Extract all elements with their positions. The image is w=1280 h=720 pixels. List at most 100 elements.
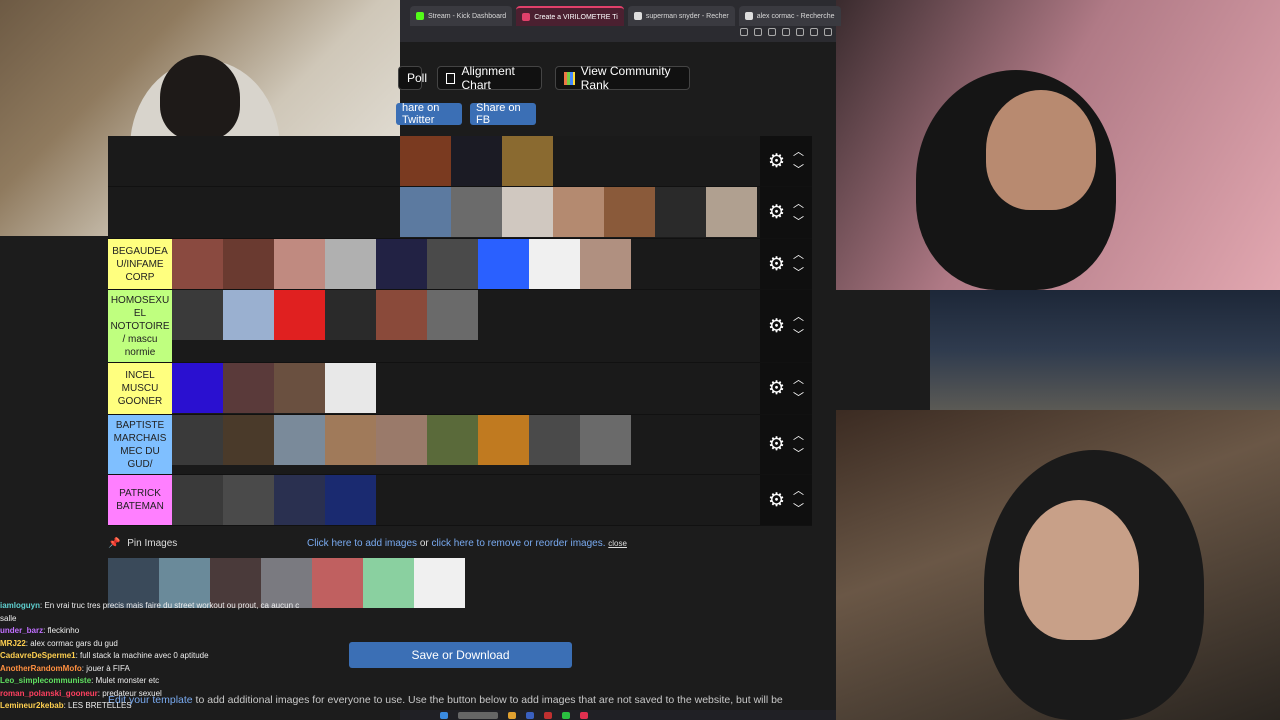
- chevron-up-icon[interactable]: ︿: [793, 308, 804, 326]
- tier-label[interactable]: [108, 136, 172, 186]
- tier-image[interactable]: [400, 187, 451, 237]
- add-images-link[interactable]: Click here to add images: [307, 538, 417, 549]
- view-community-rank-button[interactable]: View Community Rank: [555, 64, 690, 92]
- browser-tab[interactable]: superman snyder - Recher: [627, 6, 735, 26]
- tier-image[interactable]: [172, 239, 223, 289]
- tier-image[interactable]: [172, 363, 223, 413]
- tier-label[interactable]: INCEL MUSCU GOONER: [108, 363, 172, 414]
- chevron-up-icon[interactable]: ︿: [793, 246, 804, 264]
- tier-image[interactable]: [325, 239, 376, 289]
- tier-image[interactable]: [580, 239, 631, 289]
- chevron-down-icon[interactable]: ﹀: [793, 389, 804, 407]
- tier-image[interactable]: [706, 187, 757, 237]
- app-icon[interactable]: [526, 711, 534, 719]
- tier-image[interactable]: [376, 415, 427, 465]
- chevron-down-icon[interactable]: ﹀: [793, 500, 804, 518]
- tier-image[interactable]: [580, 415, 631, 465]
- pinned-image[interactable]: [414, 558, 465, 608]
- poll-button[interactable]: Poll: [398, 66, 427, 90]
- remove-images-link[interactable]: click here to remove or reorder images.: [432, 538, 606, 549]
- tier-image[interactable]: [274, 415, 325, 465]
- chevron-up-icon[interactable]: ︿: [793, 482, 804, 500]
- tier-image[interactable]: [325, 363, 376, 413]
- tier-image[interactable]: [274, 239, 325, 289]
- taskbar-search-icon[interactable]: [458, 711, 498, 719]
- gear-icon[interactable]: ⚙: [768, 203, 785, 222]
- chevron-up-icon[interactable]: ︿: [793, 195, 804, 213]
- tier-image[interactable]: [604, 187, 655, 237]
- gear-icon[interactable]: ⚙: [768, 317, 785, 336]
- pinned-image[interactable]: [363, 558, 414, 608]
- browser-tab[interactable]: alex cormac - Recherche: [738, 6, 841, 26]
- tier-image[interactable]: [274, 290, 325, 340]
- browser-tab[interactable]: Create a VIRILOMETRE Ti: [516, 6, 624, 26]
- tier-label[interactable]: HOMOSEXU EL NOTOTOIRE / mascu normie: [108, 290, 172, 362]
- tier-image[interactable]: [274, 363, 325, 413]
- chevron-down-icon[interactable]: ﹀: [793, 445, 804, 463]
- chevron-down-icon[interactable]: ﹀: [793, 326, 804, 344]
- tier-image[interactable]: [223, 475, 274, 525]
- tier-image[interactable]: [478, 239, 529, 289]
- save-download-button[interactable]: Save or Download: [349, 642, 572, 668]
- app-icon[interactable]: [544, 711, 552, 719]
- tier-image[interactable]: [376, 239, 427, 289]
- close-link[interactable]: close: [608, 539, 627, 548]
- app-icon[interactable]: [580, 711, 588, 719]
- share-twitter-button[interactable]: hare on Twitter: [396, 102, 462, 126]
- spotify-icon[interactable]: [562, 711, 570, 719]
- tier-image[interactable]: [451, 136, 502, 186]
- tier-image[interactable]: [502, 187, 553, 237]
- tier-image[interactable]: [553, 187, 604, 237]
- zoom-icon[interactable]: [740, 28, 748, 36]
- tier-image[interactable]: [451, 187, 502, 237]
- tier-image[interactable]: [478, 415, 529, 465]
- tier-image[interactable]: [325, 475, 376, 525]
- lock-icon[interactable]: [754, 28, 762, 36]
- tier-image[interactable]: [172, 290, 223, 340]
- tier-image[interactable]: [274, 475, 325, 525]
- tier-image[interactable]: [427, 239, 478, 289]
- chevron-down-icon[interactable]: ﹀: [793, 161, 804, 179]
- gear-icon[interactable]: ⚙: [768, 255, 785, 274]
- chevron-down-icon[interactable]: ﹀: [793, 264, 804, 282]
- shield-icon[interactable]: [782, 28, 790, 36]
- tier-label[interactable]: [108, 187, 172, 238]
- tier-image[interactable]: [325, 290, 376, 340]
- folder-icon[interactable]: [508, 711, 516, 719]
- tier-label[interactable]: BAPTISTE MARCHAIS MEC DU GUD/: [108, 415, 172, 474]
- tier-image[interactable]: [529, 239, 580, 289]
- gear-icon[interactable]: ⚙: [768, 491, 785, 510]
- tier-image[interactable]: [376, 290, 427, 340]
- gear-icon[interactable]: ⚙: [768, 379, 785, 398]
- tier-image[interactable]: [427, 415, 478, 465]
- alignment-chart-button[interactable]: Alignment Chart: [437, 64, 542, 92]
- tier-image[interactable]: [223, 290, 274, 340]
- share-icon[interactable]: [768, 28, 776, 36]
- tier-image[interactable]: [172, 415, 223, 465]
- windows-start-icon[interactable]: [440, 711, 448, 719]
- tier-label[interactable]: BEGAUDEA U/INFAME CORP: [108, 239, 172, 289]
- heart-icon[interactable]: [824, 28, 832, 36]
- extension-icon[interactable]: [796, 28, 804, 36]
- tier-image[interactable]: [223, 363, 274, 413]
- tier-image[interactable]: [223, 415, 274, 465]
- chevron-down-icon[interactable]: ﹀: [793, 213, 804, 231]
- gear-icon[interactable]: ⚙: [768, 152, 785, 171]
- tier-image[interactable]: [529, 415, 580, 465]
- chat-message: CadavreDeSperme1: full stack la machine …: [0, 650, 340, 663]
- tier-image[interactable]: [655, 187, 706, 237]
- chevron-up-icon[interactable]: ︿: [793, 427, 804, 445]
- tier-label[interactable]: PATRICK BATEMAN: [108, 475, 172, 525]
- gear-icon[interactable]: ⚙: [768, 435, 785, 454]
- share-fb-button[interactable]: Share on FB: [470, 102, 536, 126]
- tier-image[interactable]: [223, 239, 274, 289]
- tier-image[interactable]: [400, 136, 451, 186]
- play-icon[interactable]: [810, 28, 818, 36]
- browser-tab[interactable]: Stream - Kick Dashboard: [410, 6, 513, 26]
- tier-image[interactable]: [502, 136, 553, 186]
- tier-image[interactable]: [172, 475, 223, 525]
- tier-image[interactable]: [325, 415, 376, 465]
- chevron-up-icon[interactable]: ︿: [793, 143, 804, 161]
- tier-image[interactable]: [427, 290, 478, 340]
- chevron-up-icon[interactable]: ︿: [793, 371, 804, 389]
